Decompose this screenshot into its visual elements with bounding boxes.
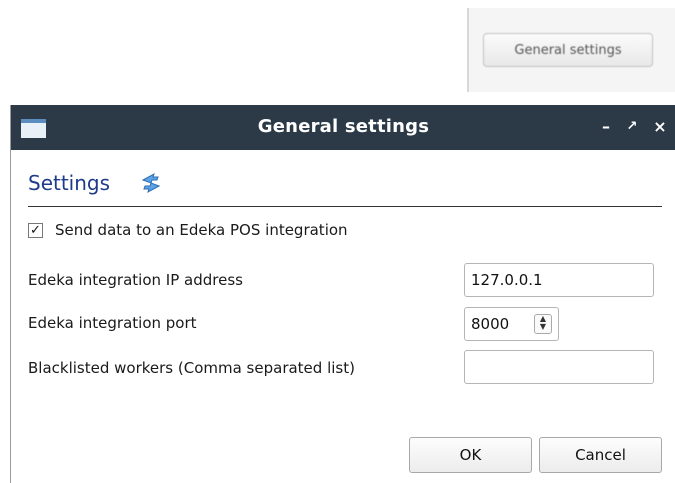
general-settings-button[interactable]: General settings	[483, 33, 653, 67]
section-divider	[28, 206, 662, 207]
dialog-title: General settings	[257, 116, 430, 137]
cancel-button[interactable]: Cancel	[539, 437, 662, 473]
send-data-label[interactable]: Send data to an Edeka POS integration	[55, 221, 348, 239]
close-button[interactable]: ×	[651, 115, 669, 139]
refresh-icon[interactable]	[139, 171, 163, 195]
minimize-button[interactable]: –	[597, 115, 615, 139]
ok-button[interactable]: OK	[409, 437, 532, 473]
port-value[interactable]: 8000	[471, 308, 509, 340]
port-label: Edeka integration port	[28, 314, 197, 332]
ip-address-input[interactable]: 127.0.0.1	[464, 263, 654, 297]
section-title: Settings	[28, 171, 111, 195]
maximize-button[interactable]: ↗	[623, 115, 641, 139]
port-spinbox[interactable]: 8000 ▲ ▼	[464, 307, 559, 341]
titlebar: General settings – ↗ ×	[11, 105, 675, 150]
spin-arrows-icon[interactable]: ▲ ▼	[534, 314, 552, 334]
blacklist-label: Blacklisted workers (Comma separated lis…	[28, 359, 355, 377]
blacklist-input[interactable]	[464, 350, 654, 384]
general-settings-dialog: General settings – ↗ × Settings ✓ Send d…	[10, 105, 675, 483]
ip-address-label: Edeka integration IP address	[28, 271, 243, 289]
send-data-checkbox[interactable]: ✓	[28, 223, 43, 238]
